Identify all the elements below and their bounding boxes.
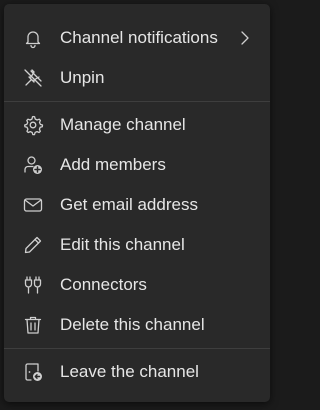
menu-item-edit-this-channel[interactable]: Edit this channel: [4, 225, 270, 265]
menu-item-delete-this-channel[interactable]: Delete this channel: [4, 305, 270, 345]
mail-icon: [22, 194, 44, 216]
leave-icon: [22, 361, 44, 383]
menu-item-manage-channel[interactable]: Manage channel: [4, 105, 270, 145]
add-person-icon: [22, 154, 44, 176]
menu-divider: [4, 348, 270, 349]
menu-item-label: Manage channel: [60, 115, 186, 134]
menu-item-label: Edit this channel: [60, 235, 185, 254]
menu-item-label: Leave the channel: [60, 362, 199, 381]
menu-item-unpin[interactable]: Unpin: [4, 58, 270, 98]
menu-item-label: Channel notifications: [60, 28, 218, 47]
pencil-icon: [22, 234, 44, 256]
trash-icon: [22, 314, 44, 336]
menu-item-leave-the-channel[interactable]: Leave the channel: [4, 352, 270, 392]
menu-item-label: Add members: [60, 155, 166, 174]
bell-icon: [22, 27, 44, 49]
menu-item-label: Unpin: [60, 68, 105, 87]
menu-divider: [4, 101, 270, 102]
unpin-icon: [22, 67, 44, 89]
gear-icon: [22, 114, 44, 136]
menu-item-add-members[interactable]: Add members: [4, 145, 270, 185]
menu-item-label: Get email address: [60, 195, 198, 214]
plug-icon: [22, 274, 44, 296]
menu-item-connectors[interactable]: Connectors: [4, 265, 270, 305]
chevron-right-icon: [241, 31, 249, 45]
menu-item-get-email-address[interactable]: Get email address: [4, 185, 270, 225]
menu-item-channel-notifications[interactable]: Channel notifications: [4, 18, 270, 58]
channel-context-menu: Channel notifications Unpin Manage chann…: [4, 4, 270, 402]
menu-item-label: Delete this channel: [60, 315, 205, 334]
menu-item-label: Connectors: [60, 275, 147, 294]
